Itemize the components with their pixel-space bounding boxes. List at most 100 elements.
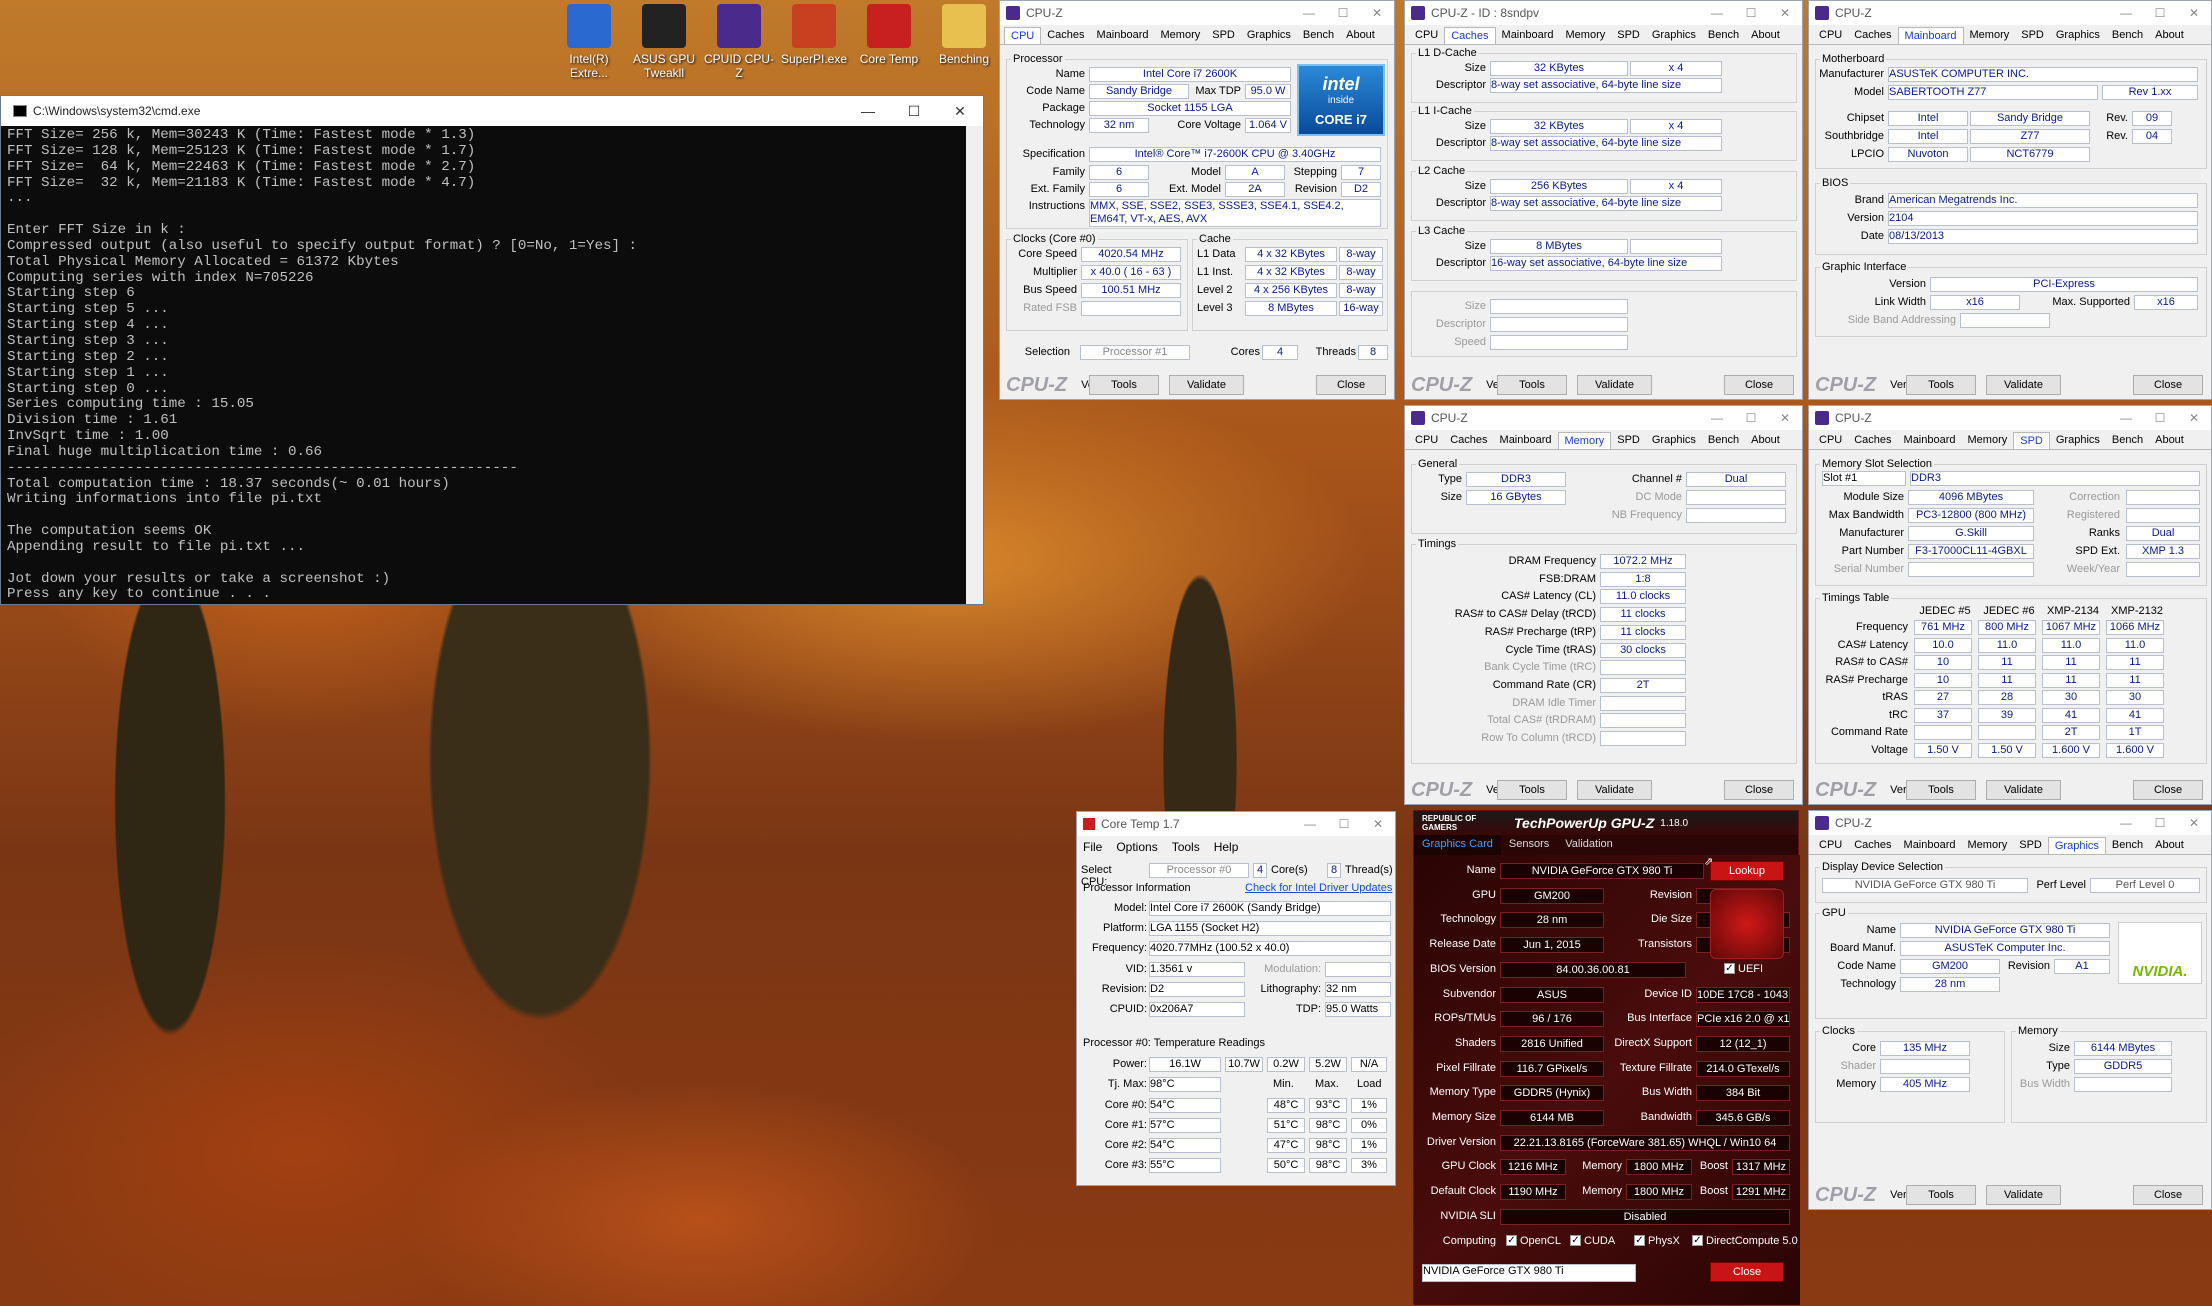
desktop-icon[interactable]: Core Temp: [852, 0, 926, 66]
cpu-tab-spd[interactable]: SPD: [1206, 27, 1241, 44]
graphics-tab-memory[interactable]: Memory: [1962, 837, 2014, 854]
graphics-close-button[interactable]: ✕: [2177, 816, 2211, 830]
memory-tools-button[interactable]: Tools: [1497, 780, 1567, 800]
memory-tab-graphics[interactable]: Graphics: [1646, 432, 1702, 449]
spd-tab-mainboard[interactable]: Mainboard: [1898, 432, 1962, 449]
spd-tab-memory[interactable]: Memory: [1962, 432, 2014, 449]
lookup-button[interactable]: Lookup: [1710, 861, 1784, 881]
spd-tab-caches[interactable]: Caches: [1848, 432, 1897, 449]
graphics-titlebar[interactable]: CPU-Z — ☐ ✕: [1809, 811, 2211, 835]
cmd-window[interactable]: C:\Windows\system32\cmd.exe — ☐ ✕ FFT Size…: [0, 95, 984, 605]
memory-close-button[interactable]: ✕: [1768, 411, 1802, 425]
caches-tab-mainboard[interactable]: Mainboard: [1496, 27, 1560, 44]
graphics-maximize-button[interactable]: ☐: [2143, 816, 2177, 830]
cpu-tab-memory[interactable]: Memory: [1155, 27, 1207, 44]
mainboard-tab-about[interactable]: About: [2149, 27, 2190, 44]
gpuz-tab[interactable]: Graphics Card: [1414, 835, 1501, 855]
graphics-tab-spd[interactable]: SPD: [2013, 837, 2048, 854]
desktop-icon[interactable]: SuperPI.exe: [777, 0, 851, 66]
spd-tab-bench[interactable]: Bench: [2106, 432, 2149, 449]
cpu-close-button[interactable]: ✕: [1360, 6, 1394, 20]
desktop-icon[interactable]: ASUS GPU Tweakll: [627, 0, 701, 80]
spd-tab-graphics[interactable]: Graphics: [2050, 432, 2106, 449]
cpu-tab-mainboard[interactable]: Mainboard: [1091, 27, 1155, 44]
menu-item[interactable]: Tools: [1172, 840, 1200, 854]
mainboard-tab-memory[interactable]: Memory: [1964, 27, 2016, 44]
memory-tab-spd[interactable]: SPD: [1611, 432, 1646, 449]
gpuz-titlebar[interactable]: REPUBLIC OF GAMERS TechPowerUp GPU-Z 1.18.…: [1414, 811, 1798, 835]
mainboard-titlebar[interactable]: CPU-Z — ☐ ✕: [1809, 1, 2211, 25]
menu-item[interactable]: Help: [1214, 840, 1239, 854]
save-bios-icon[interactable]: ⇗: [1704, 855, 1713, 868]
cpu-titlebar[interactable]: CPU-Z — ☐ ✕: [1000, 1, 1394, 25]
caches-close-button[interactable]: ✕: [1768, 6, 1802, 20]
graphics-tab-cpu[interactable]: CPU: [1813, 837, 1848, 854]
memory-titlebar[interactable]: CPU-Z — ☐ ✕: [1405, 406, 1802, 430]
memory-tab-cpu[interactable]: CPU: [1409, 432, 1444, 449]
memory-tab-caches[interactable]: Caches: [1444, 432, 1493, 449]
cpu-maximize-button[interactable]: ☐: [1326, 6, 1360, 20]
caches-titlebar[interactable]: CPU-Z - ID : 8sndpv — ☐ ✕: [1405, 1, 1802, 25]
graphics-tab-caches[interactable]: Caches: [1848, 837, 1897, 854]
graphics-minimize-button[interactable]: —: [2109, 816, 2143, 830]
caches-tab-graphics[interactable]: Graphics: [1646, 27, 1702, 44]
cpuz-spd-window[interactable]: CPU-Z — ☐ ✕ CPU Caches Mainboard Memory SPD Graph…: [1808, 405, 2212, 805]
spd-titlebar[interactable]: CPU-Z — ☐ ✕: [1809, 406, 2211, 430]
gpu-device-select[interactable]: NVIDIA GeForce GTX 980 Ti: [1422, 1263, 1636, 1282]
cpuz-graphics-window[interactable]: CPU-Z — ☐ ✕ CPU Caches Mainboard Memory SPD Graph…: [1808, 810, 2212, 1210]
caches-validate-button[interactable]: Validate: [1577, 375, 1652, 395]
spd-tab-cpu[interactable]: CPU: [1813, 432, 1848, 449]
minimize-button[interactable]: —: [1293, 817, 1327, 831]
menu-item[interactable]: File: [1083, 840, 1102, 854]
intel-driver-link[interactable]: Check for Intel Driver Updates: [1245, 882, 1392, 894]
maximize-button[interactable]: ☐: [891, 103, 937, 120]
mainboard-minimize-button[interactable]: —: [2109, 6, 2143, 20]
memory-minimize-button[interactable]: —: [1700, 411, 1734, 425]
display-device-select[interactable]: NVIDIA GeForce GTX 980 Ti: [1822, 878, 2028, 893]
gpuz-tab[interactable]: Validation: [1557, 835, 1621, 855]
spd-tab-spd[interactable]: SPD: [2013, 432, 2050, 449]
cpu-tab-graphics[interactable]: Graphics: [1241, 27, 1297, 44]
caches-tab-about[interactable]: About: [1745, 27, 1786, 44]
spd-tab-about[interactable]: About: [2149, 432, 2190, 449]
mainboard-validate-button[interactable]: Validate: [1986, 375, 2061, 395]
slot-select[interactable]: Slot #1: [1822, 471, 1906, 486]
graphics-tab-bench[interactable]: Bench: [2106, 837, 2149, 854]
cpu-select[interactable]: Processor #0: [1149, 863, 1249, 878]
desktop-icon[interactable]: Benching: [927, 0, 1001, 66]
cmd-scrollbar[interactable]: [966, 126, 983, 604]
mainboard-tools-button[interactable]: Tools: [1906, 375, 1976, 395]
memory-tab-bench[interactable]: Bench: [1702, 432, 1745, 449]
graphics-close-btn[interactable]: Close: [2133, 1185, 2203, 1205]
caches-tab-caches[interactable]: Caches: [1444, 27, 1496, 44]
cpu-close-btn[interactable]: Close: [1316, 375, 1386, 395]
mainboard-tab-cpu[interactable]: CPU: [1813, 27, 1848, 44]
caches-minimize-button[interactable]: —: [1700, 6, 1734, 20]
caches-maximize-button[interactable]: ☐: [1734, 6, 1768, 20]
minimize-button[interactable]: —: [845, 103, 891, 120]
caches-tab-spd[interactable]: SPD: [1611, 27, 1646, 44]
graphics-tools-button[interactable]: Tools: [1906, 1185, 1976, 1205]
caches-tab-bench[interactable]: Bench: [1702, 27, 1745, 44]
memory-tab-memory[interactable]: Memory: [1557, 432, 1612, 449]
cpuz-caches-window[interactable]: CPU-Z - ID : 8sndpv — ☐ ✕ CPU Caches Mainboard…: [1404, 0, 1803, 400]
cpu-tab-about[interactable]: About: [1340, 27, 1381, 44]
memory-close-btn[interactable]: Close: [1724, 780, 1794, 800]
memory-validate-button[interactable]: Validate: [1577, 780, 1652, 800]
caches-tools-button[interactable]: Tools: [1497, 375, 1567, 395]
spd-minimize-button[interactable]: —: [2109, 411, 2143, 425]
coretemp-window[interactable]: Core Temp 1.7— ☐ ✕ File Options Tools Help Sele…: [1076, 811, 1396, 1186]
cpuz-memory-window[interactable]: CPU-Z — ☐ ✕ CPU Caches Mainboard Memory SPD Graph…: [1404, 405, 1803, 805]
cmd-titlebar[interactable]: C:\Windows\system32\cmd.exe — ☐ ✕: [1, 96, 983, 126]
memory-tab-about[interactable]: About: [1745, 432, 1786, 449]
spd-close-button[interactable]: ✕: [2177, 411, 2211, 425]
graphics-tab-about[interactable]: About: [2149, 837, 2190, 854]
spd-maximize-button[interactable]: ☐: [2143, 411, 2177, 425]
cpu-tab-cpu[interactable]: CPU: [1004, 27, 1042, 44]
cpu-minimize-button[interactable]: —: [1292, 6, 1326, 20]
cpu-tab-bench[interactable]: Bench: [1297, 27, 1340, 44]
gpuz-window[interactable]: REPUBLIC OF GAMERS TechPowerUp GPU-Z 1.18.…: [1413, 810, 1800, 1305]
mainboard-close-btn[interactable]: Close: [2133, 375, 2203, 395]
mainboard-maximize-button[interactable]: ☐: [2143, 6, 2177, 20]
mainboard-tab-spd[interactable]: SPD: [2015, 27, 2050, 44]
